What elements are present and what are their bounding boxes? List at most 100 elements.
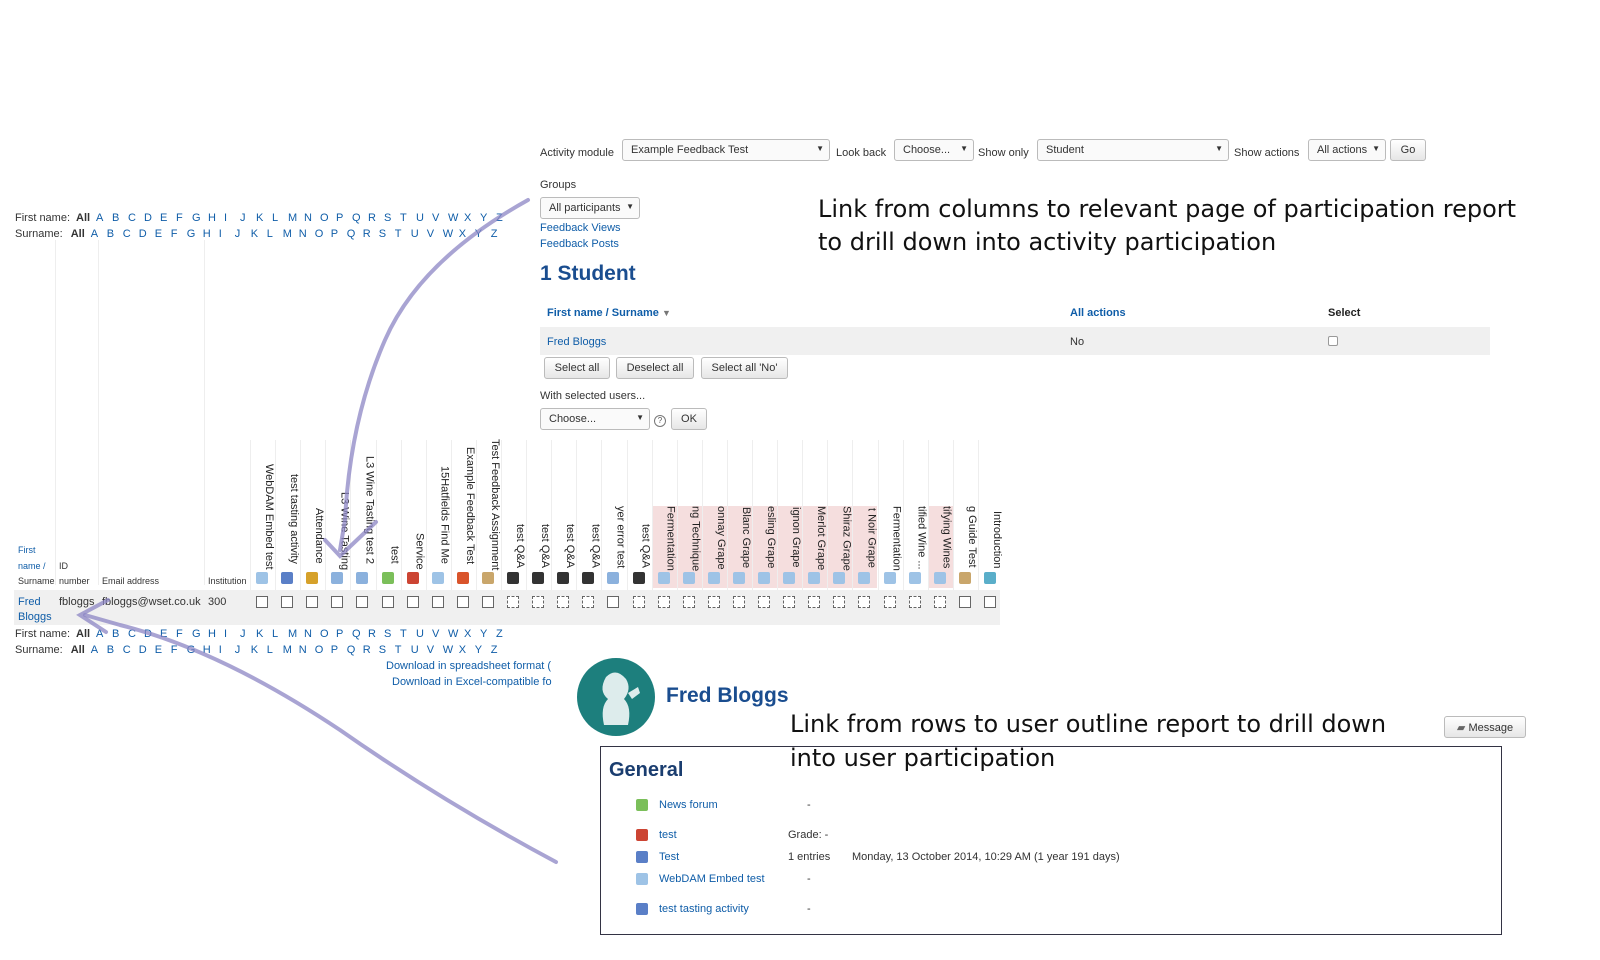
completion-checkbox[interactable] (883, 596, 896, 608)
alpha-letter[interactable]: D (139, 228, 155, 240)
alpha-letter[interactable]: U (411, 644, 427, 656)
completion-checkbox[interactable] (331, 596, 344, 608)
alpha-letter[interactable]: O (315, 228, 331, 240)
alpha-letter[interactable]: Q (347, 644, 363, 656)
alpha-letter[interactable]: A (96, 212, 112, 224)
completion-checkbox[interactable] (431, 596, 444, 608)
select-all-button[interactable]: Select all (544, 357, 610, 379)
grid-row-last[interactable]: Bloggs (18, 611, 52, 623)
alpha-letter[interactable]: N (299, 228, 315, 240)
activity-column-header[interactable]: L3 Wine Tasting test 2 (351, 430, 375, 570)
activity-link[interactable]: WebDAM Embed test (659, 873, 765, 885)
head-first-2[interactable]: name / (18, 561, 46, 571)
alpha-letter[interactable]: L (272, 212, 288, 224)
alpha-letter[interactable]: E (160, 628, 176, 640)
alpha-letter[interactable]: Q (352, 628, 368, 640)
activity-link[interactable]: test (659, 829, 677, 841)
feedback-posts-link[interactable]: Feedback Posts (540, 238, 619, 250)
completion-checkbox[interactable] (406, 596, 419, 608)
alpha-letter[interactable]: U (416, 628, 432, 640)
completion-checkbox[interactable] (507, 596, 519, 608)
alpha-letter[interactable]: R (368, 628, 384, 640)
alpha-letter[interactable]: R (363, 644, 379, 656)
alpha-letter[interactable]: E (155, 228, 171, 240)
alpha-all[interactable]: All (71, 644, 91, 656)
alpha-letter[interactable]: V (432, 212, 448, 224)
alpha-letter[interactable]: Z (491, 228, 507, 240)
alpha-letter[interactable]: P (336, 628, 352, 640)
completion-checkbox[interactable] (381, 596, 394, 608)
activity-link[interactable]: News forum (659, 799, 718, 811)
alpha-letter[interactable]: I (219, 228, 235, 240)
alpha-letter[interactable]: T (395, 644, 411, 656)
alpha-letter[interactable]: R (368, 212, 384, 224)
alpha-letter[interactable]: S (379, 228, 395, 240)
alpha-letter[interactable]: N (299, 644, 315, 656)
completion-checkbox[interactable] (607, 596, 620, 608)
student-name-link[interactable]: Fred Bloggs (547, 336, 606, 348)
alpha-letter[interactable]: P (331, 644, 347, 656)
ok-button[interactable]: OK (671, 408, 707, 430)
alpha-letter[interactable]: X (464, 212, 480, 224)
alpha-letter[interactable]: E (160, 212, 176, 224)
alpha-letter[interactable]: Y (480, 628, 496, 640)
activity-module-select[interactable]: Example Feedback Test ▼ (622, 139, 830, 161)
alpha-letter[interactable]: S (384, 628, 400, 640)
alpha-letter[interactable]: X (464, 628, 480, 640)
alpha-letter[interactable]: U (416, 212, 432, 224)
grid-row-first[interactable]: Fred (18, 596, 41, 608)
go-button[interactable]: Go (1390, 139, 1426, 161)
alpha-letter[interactable]: T (400, 628, 416, 640)
alpha-letter[interactable]: N (304, 212, 320, 224)
completion-checkbox[interactable] (983, 596, 996, 608)
alpha-letter[interactable]: W (448, 628, 464, 640)
alpha-letter[interactable]: N (304, 628, 320, 640)
completion-checkbox[interactable] (833, 596, 846, 608)
alpha-letter[interactable]: Y (480, 212, 496, 224)
completion-checkbox[interactable] (732, 596, 745, 608)
completion-checkbox[interactable] (933, 596, 946, 608)
completion-checkbox[interactable] (682, 596, 695, 608)
completion-checkbox[interactable] (958, 596, 971, 608)
activity-column-header[interactable]: L3 Wine Tasting (326, 430, 350, 570)
completion-checkbox[interactable] (632, 596, 645, 608)
activity-link[interactable]: Test (659, 851, 679, 863)
alpha-letter[interactable]: Q (347, 228, 363, 240)
alpha-letter[interactable]: B (107, 644, 123, 656)
alpha-letter[interactable]: T (400, 212, 416, 224)
alpha-all[interactable]: All (71, 228, 91, 240)
show-only-select[interactable]: Student ▼ (1037, 139, 1229, 161)
alpha-letter[interactable]: R (363, 228, 379, 240)
alpha-letter[interactable]: F (176, 212, 192, 224)
alpha-letter[interactable]: G (187, 644, 203, 656)
alpha-letter[interactable]: Y (475, 644, 491, 656)
alpha-all[interactable]: All (76, 628, 96, 640)
alpha-letter[interactable]: P (331, 228, 347, 240)
alpha-letter[interactable]: H (203, 644, 219, 656)
completion-checkbox[interactable] (281, 596, 294, 608)
alpha-letter[interactable]: B (112, 212, 128, 224)
alpha-letter[interactable]: S (384, 212, 400, 224)
alpha-letter[interactable]: M (283, 644, 299, 656)
alpha-letter[interactable]: W (443, 228, 459, 240)
alpha-letter[interactable]: H (208, 212, 224, 224)
alpha-letter[interactable]: C (123, 228, 139, 240)
activity-column-header[interactable]: 15Hatfields Find Me (427, 430, 451, 570)
alpha-letter[interactable]: Z (496, 212, 512, 224)
alpha-letter[interactable]: H (203, 228, 219, 240)
alpha-letter[interactable]: O (320, 628, 336, 640)
alpha-letter[interactable]: G (192, 628, 208, 640)
head-surname[interactable]: Surname (18, 576, 55, 586)
completion-checkbox[interactable] (582, 596, 595, 608)
activity-column-header[interactable]: test (377, 430, 401, 570)
completion-checkbox[interactable] (858, 596, 871, 608)
alpha-letter[interactable]: C (128, 628, 144, 640)
alpha-letter[interactable]: X (459, 228, 475, 240)
alpha-letter[interactable]: O (315, 644, 331, 656)
completion-checkbox[interactable] (356, 596, 369, 608)
alpha-letter[interactable]: K (251, 228, 267, 240)
message-button[interactable]: ▰ Message (1444, 716, 1526, 738)
alpha-letter[interactable]: J (240, 212, 256, 224)
alpha-letter[interactable]: A (96, 628, 112, 640)
completion-checkbox[interactable] (808, 596, 821, 608)
